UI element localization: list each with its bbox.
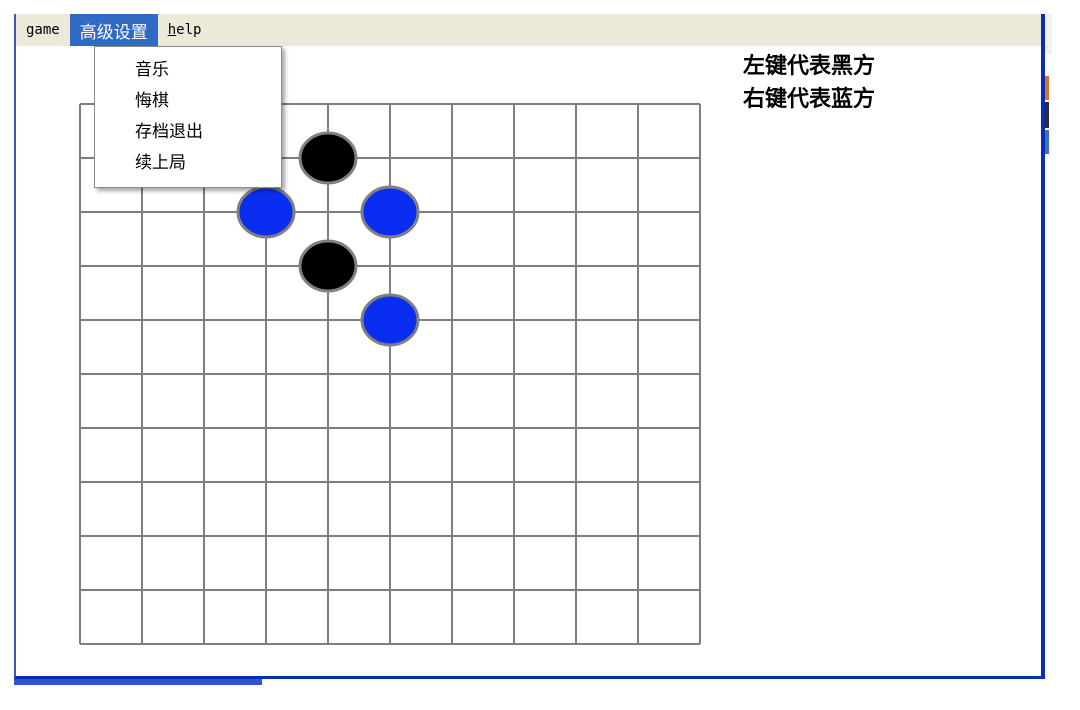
menu-item-music[interactable]: 音乐 [95, 55, 281, 86]
game-window: game 高级设置 h elp 音乐 悔棋 存档退出 续上局 左键代表黑方 右键代… [14, 14, 1045, 679]
legend-right-click: 右键代表蓝方 [743, 86, 876, 112]
taskbar-accent [14, 679, 262, 685]
menu-help-mnemonic: h [167, 22, 177, 38]
menu-item-resume[interactable]: 续上局 [95, 148, 281, 179]
blue-stone [360, 293, 420, 347]
legend-left-click: 左键代表黑方 [743, 53, 876, 79]
black-stone [298, 239, 358, 293]
background-screen-edge [1043, 14, 1080, 164]
menu-item-undo[interactable]: 悔棋 [95, 86, 281, 117]
menu-bar: game 高级设置 h elp [16, 14, 1041, 46]
black-stone [298, 131, 358, 185]
menu-help[interactable]: h elp [158, 14, 212, 46]
menu-game[interactable]: game [16, 14, 70, 46]
blue-stone [236, 185, 296, 239]
blue-stone [360, 185, 420, 239]
advanced-settings-dropdown: 音乐 悔棋 存档退出 续上局 [94, 46, 282, 188]
controls-legend: 左键代表黑方 右键代表蓝方 [743, 50, 875, 116]
menu-item-save-exit[interactable]: 存档退出 [95, 117, 281, 148]
menu-advanced-settings[interactable]: 高级设置 [69, 14, 158, 46]
menu-help-rest: elp [176, 22, 202, 38]
